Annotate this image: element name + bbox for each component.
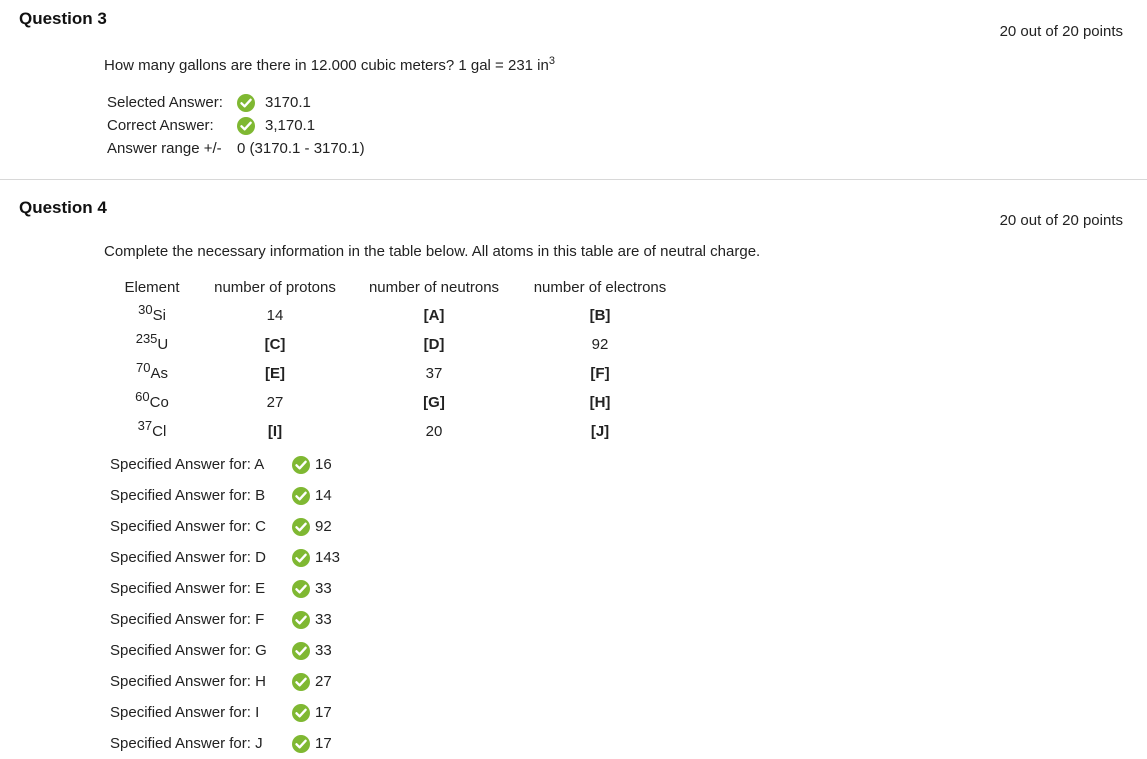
specified-answer-label: Specified Answer for: J (110, 735, 263, 752)
specified-answer-value: 33 (315, 611, 332, 628)
specified-answer-value: 27 (315, 673, 332, 690)
check-circle-icon (292, 549, 310, 573)
question-3-text-superscript: 3 (548, 55, 555, 67)
specified-answer-value: 14 (315, 487, 332, 504)
specified-answer-value: 92 (315, 518, 332, 535)
specified-answer-row: Specified Answer for: B 14 (110, 486, 410, 506)
table-cell-protons: [C] (264, 336, 286, 353)
check-circle-icon (292, 611, 310, 635)
specified-answer-row: Specified Answer for: C 92 (110, 517, 410, 537)
specified-answer-row: Specified Answer for: E 33 (110, 579, 410, 599)
table-cell-electrons: [H] (589, 394, 611, 411)
specified-answer-label: Specified Answer for: B (110, 487, 266, 504)
specified-answer-row: Specified Answer for: G 33 (110, 641, 410, 661)
table-row-element: 235U (135, 331, 169, 353)
specified-answer-row: Specified Answer for: H 27 (110, 672, 410, 692)
table-cell-electrons: 92 (591, 336, 609, 353)
specified-answer-label: Specified Answer for: G (110, 642, 267, 659)
check-circle-icon (292, 642, 310, 666)
table-cell-protons: 14 (266, 307, 284, 324)
table-cell-neutrons: 37 (425, 365, 443, 382)
table-row-element: 70As (136, 360, 168, 382)
check-circle-icon (292, 518, 310, 542)
specified-answer-label: Specified Answer for: F (110, 611, 265, 628)
specified-answer-label: Specified Answer for: D (110, 549, 266, 566)
table-header-protons: number of protons (214, 279, 336, 296)
specified-answer-row: Specified Answer for: J 17 (110, 734, 410, 754)
question-4-text: Complete the necessary information in th… (104, 243, 761, 260)
table-cell-electrons: [B] (589, 307, 611, 324)
specified-answer-value: 17 (315, 735, 332, 752)
specified-answer-value: 16 (315, 456, 332, 473)
table-cell-electrons: [F] (590, 365, 610, 382)
answer-range-value: 0 (3170.1 - 3170.1) (237, 140, 365, 157)
answer-range-label: Answer range +/- (107, 140, 222, 157)
specified-answer-row: Specified Answer for: A 16 (110, 455, 410, 475)
table-header-neutrons: number of neutrons (368, 279, 500, 296)
specified-answer-label: Specified Answer for: I (110, 704, 260, 721)
table-cell-protons: [E] (265, 365, 285, 382)
check-circle-icon (292, 580, 310, 604)
question-4-title: Question 4 (19, 198, 107, 217)
check-circle-icon (292, 456, 310, 480)
table-cell-protons: 27 (266, 394, 284, 411)
check-circle-icon (292, 735, 310, 759)
table-row-element: 37Cl (137, 418, 167, 440)
specified-answer-label: Specified Answer for: H (110, 673, 266, 690)
question-3-text-main: How many gallons are there in 12.000 cub… (104, 57, 549, 74)
table-cell-neutrons: 20 (425, 423, 443, 440)
specified-answer-row: Specified Answer for: D 143 (110, 548, 410, 568)
question-divider (0, 179, 1147, 180)
table-header-element: Element (124, 279, 180, 296)
specified-answer-row: Specified Answer for: F 33 (110, 610, 410, 630)
specified-answer-value: 143 (315, 549, 341, 566)
correct-answer-value: 3,170.1 (265, 117, 316, 134)
specified-answer-label: Specified Answer for: A (110, 456, 265, 473)
check-circle-icon (237, 94, 255, 118)
correct-answer-row: Correct Answer: 3,170.1 (107, 116, 507, 136)
table-cell-neutrons: [A] (423, 307, 445, 324)
specified-answer-value: 33 (315, 642, 332, 659)
selected-answer-row: Selected Answer: 3170.1 (107, 93, 507, 113)
specified-answer-value: 17 (315, 704, 332, 721)
table-header-electrons: number of electrons (533, 279, 667, 296)
question-3-title: Question 3 (19, 9, 107, 28)
table-cell-electrons: [J] (590, 423, 610, 440)
specified-answer-row: Specified Answer for: I 17 (110, 703, 410, 723)
selected-answer-label: Selected Answer: (107, 94, 223, 111)
specified-answer-label: Specified Answer for: E (110, 580, 266, 597)
check-circle-icon (292, 673, 310, 697)
table-cell-neutrons: [D] (423, 336, 445, 353)
specified-answer-value: 33 (315, 580, 332, 597)
table-cell-protons: [I] (267, 423, 283, 440)
question-3-points: 20 out of 20 points (999, 23, 1123, 40)
selected-answer-value: 3170.1 (265, 94, 311, 111)
table-cell-neutrons: [G] (423, 394, 445, 411)
table-row-element: 60Co (135, 389, 169, 411)
question-3-text: How many gallons are there in 12.000 cub… (104, 55, 555, 74)
answer-range-row: Answer range +/- 0 (3170.1 - 3170.1) (107, 139, 507, 159)
specified-answer-label: Specified Answer for: C (110, 518, 266, 535)
check-circle-icon (237, 117, 255, 141)
correct-answer-label: Correct Answer: (107, 117, 214, 134)
check-circle-icon (292, 704, 310, 728)
question-4-points: 20 out of 20 points (999, 212, 1123, 229)
table-row-element: 30Si (138, 302, 166, 324)
check-circle-icon (292, 487, 310, 511)
